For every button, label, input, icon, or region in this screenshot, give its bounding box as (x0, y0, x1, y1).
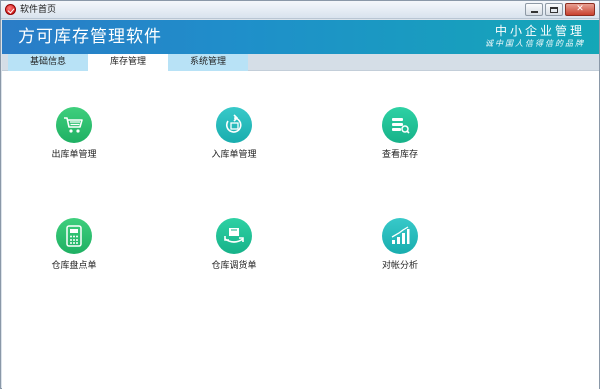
window-controls: ✕ (525, 3, 595, 16)
transfer-icon (216, 218, 252, 254)
close-icon: ✕ (576, 4, 584, 14)
brand-main-text: 中小企业管理 (494, 24, 585, 38)
app-title: 方可库存管理软件 (18, 27, 162, 47)
tile-inbound-orders[interactable]: 入库单管理 (184, 107, 284, 187)
maximize-icon (550, 6, 558, 13)
tile-stocktaking[interactable]: 仓库盘点单 (24, 218, 124, 298)
tile-outbound-orders[interactable]: 出库单管理 (24, 107, 124, 187)
close-button[interactable]: ✕ (565, 3, 595, 16)
tile-label: 对帐分析 (381, 261, 418, 271)
tab-system-management[interactable]: 系统管理 (168, 54, 248, 71)
tile-stock-transfer[interactable]: 仓库调货单 (184, 218, 284, 298)
return-box-icon (216, 107, 252, 143)
app-window: 软件首页 ✕ 方可库存管理软件 中小企业管理 诚中国人信得信的品牌 基础信息 库… (0, 0, 600, 389)
tile-label: 出库单管理 (51, 150, 97, 160)
tab-bar: 基础信息 库存管理 系统管理 (2, 54, 599, 71)
tile-label: 仓库盘点单 (51, 261, 97, 271)
tab-inventory-management[interactable]: 库存管理 (88, 54, 168, 71)
minimize-button[interactable] (525, 3, 543, 16)
bar-chart-icon (382, 218, 418, 254)
tile-label: 查看库存 (381, 150, 418, 160)
shopping-cart-icon (56, 107, 92, 143)
title-bar[interactable]: 软件首页 ✕ (1, 1, 599, 19)
header-banner: 方可库存管理软件 中小企业管理 诚中国人信得信的品牌 (2, 20, 599, 54)
tile-view-stock[interactable]: 查看库存 (350, 107, 450, 187)
brand-slogan: 中小企业管理 诚中国人信得信的品牌 (485, 24, 585, 50)
tile-label: 入库单管理 (211, 150, 257, 160)
tab-basic-info[interactable]: 基础信息 (8, 54, 88, 71)
tile-label: 仓库调货单 (211, 261, 257, 271)
tile-reconciliation-analysis[interactable]: 对帐分析 (350, 218, 450, 298)
main-content: 出库单管理 入库单管理 查看库存 仓库盘点单 仓库调货单 对帐分析 (2, 71, 599, 389)
maximize-button[interactable] (545, 3, 563, 16)
app-logo-icon (5, 4, 16, 15)
minimize-icon (530, 11, 538, 13)
calculator-icon (56, 218, 92, 254)
window-title: 软件首页 (20, 5, 57, 15)
stack-search-icon (382, 107, 418, 143)
brand-sub-text: 诚中国人信得信的品牌 (485, 39, 585, 48)
